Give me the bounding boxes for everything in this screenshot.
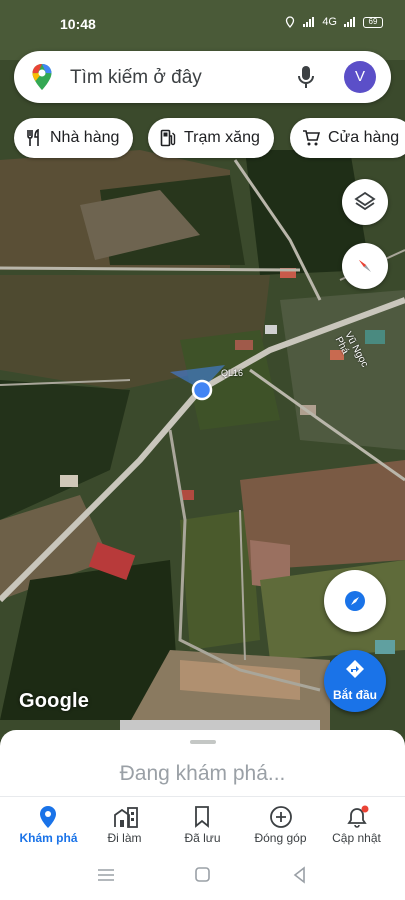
bell-icon [347, 805, 369, 828]
notification-dot [361, 805, 369, 813]
chip-gas-stations[interactable]: Trạm xăng [148, 118, 274, 158]
google-attribution: Google [19, 690, 90, 712]
fork-knife-icon [27, 129, 39, 146]
category-chips: Nhà hàng Trạm xăng Cửa hàng [14, 118, 405, 158]
sheet-drag-handle[interactable] [190, 740, 216, 744]
maps-logo-icon [32, 64, 52, 90]
bottom-navigation: Khám phá Đi làm Đã lưu Đóng góp Cập nhật [0, 796, 405, 858]
start-navigation-button[interactable]: Bắt đầu [324, 650, 386, 712]
layers-icon [354, 191, 376, 211]
commute-icon [114, 807, 138, 828]
directions-icon [346, 660, 364, 678]
explore-sheet[interactable]: Đang khám phá... [0, 730, 405, 796]
chip-label: Trạm xăng [184, 129, 260, 146]
search-bar[interactable]: Tìm kiếm ở đây V [14, 51, 391, 103]
compass-icon [359, 260, 371, 272]
status-icons: 4G 69 [284, 16, 383, 28]
chip-restaurants[interactable]: Nhà hàng [14, 118, 134, 158]
nav-item-commute[interactable]: Đi làm [84, 797, 165, 859]
avatar[interactable]: V [344, 61, 376, 93]
signal-icon [303, 17, 315, 27]
chip-label: Cửa hàng [328, 129, 400, 146]
nav-label: Khám phá [19, 831, 78, 845]
explore-button[interactable] [324, 570, 386, 632]
signal-icon-2 [344, 17, 355, 27]
system-navigation-bar [0, 858, 405, 900]
nav-item-updates[interactable]: Cập nhật [316, 797, 397, 859]
status-time: 10:48 [60, 16, 96, 32]
gas-station-icon [160, 129, 176, 147]
add-circle-icon [270, 806, 292, 828]
chip-label: Nhà hàng [50, 129, 120, 146]
nav-label: Đã lưu [184, 831, 221, 845]
sheet-status-text: Đang khám phá... [119, 762, 286, 785]
compass-button[interactable] [342, 243, 388, 289]
nav-item-explore[interactable]: Khám phá [8, 797, 89, 859]
microphone-icon[interactable] [297, 65, 315, 89]
network-type: 4G [322, 16, 337, 28]
bookmark-icon [195, 806, 209, 828]
layers-button[interactable] [342, 179, 388, 225]
nav-item-saved[interactable]: Đã lưu [162, 797, 243, 859]
battery-icon: 69 [363, 16, 383, 28]
nav-item-contribute[interactable]: Đóng góp [240, 797, 321, 859]
road-label-ql16: QL16 [221, 368, 244, 378]
back-icon[interactable] [293, 866, 305, 884]
status-bar: 10:48 4G 69 [0, 0, 405, 48]
start-label: Bắt đầu [332, 688, 377, 702]
shopping-cart-icon [303, 130, 320, 146]
nav-label: Đóng góp [254, 831, 307, 845]
explore-icon [345, 591, 365, 611]
home-icon[interactable] [195, 867, 210, 882]
recents-icon[interactable] [98, 869, 114, 881]
nav-label: Đi làm [107, 831, 142, 845]
location-icon [286, 16, 295, 28]
chip-shopping[interactable]: Cửa hàng [290, 118, 405, 158]
explore-pin-icon [40, 806, 56, 828]
search-input[interactable]: Tìm kiếm ở đây [70, 67, 202, 89]
nav-label: Cập nhật [332, 831, 381, 845]
